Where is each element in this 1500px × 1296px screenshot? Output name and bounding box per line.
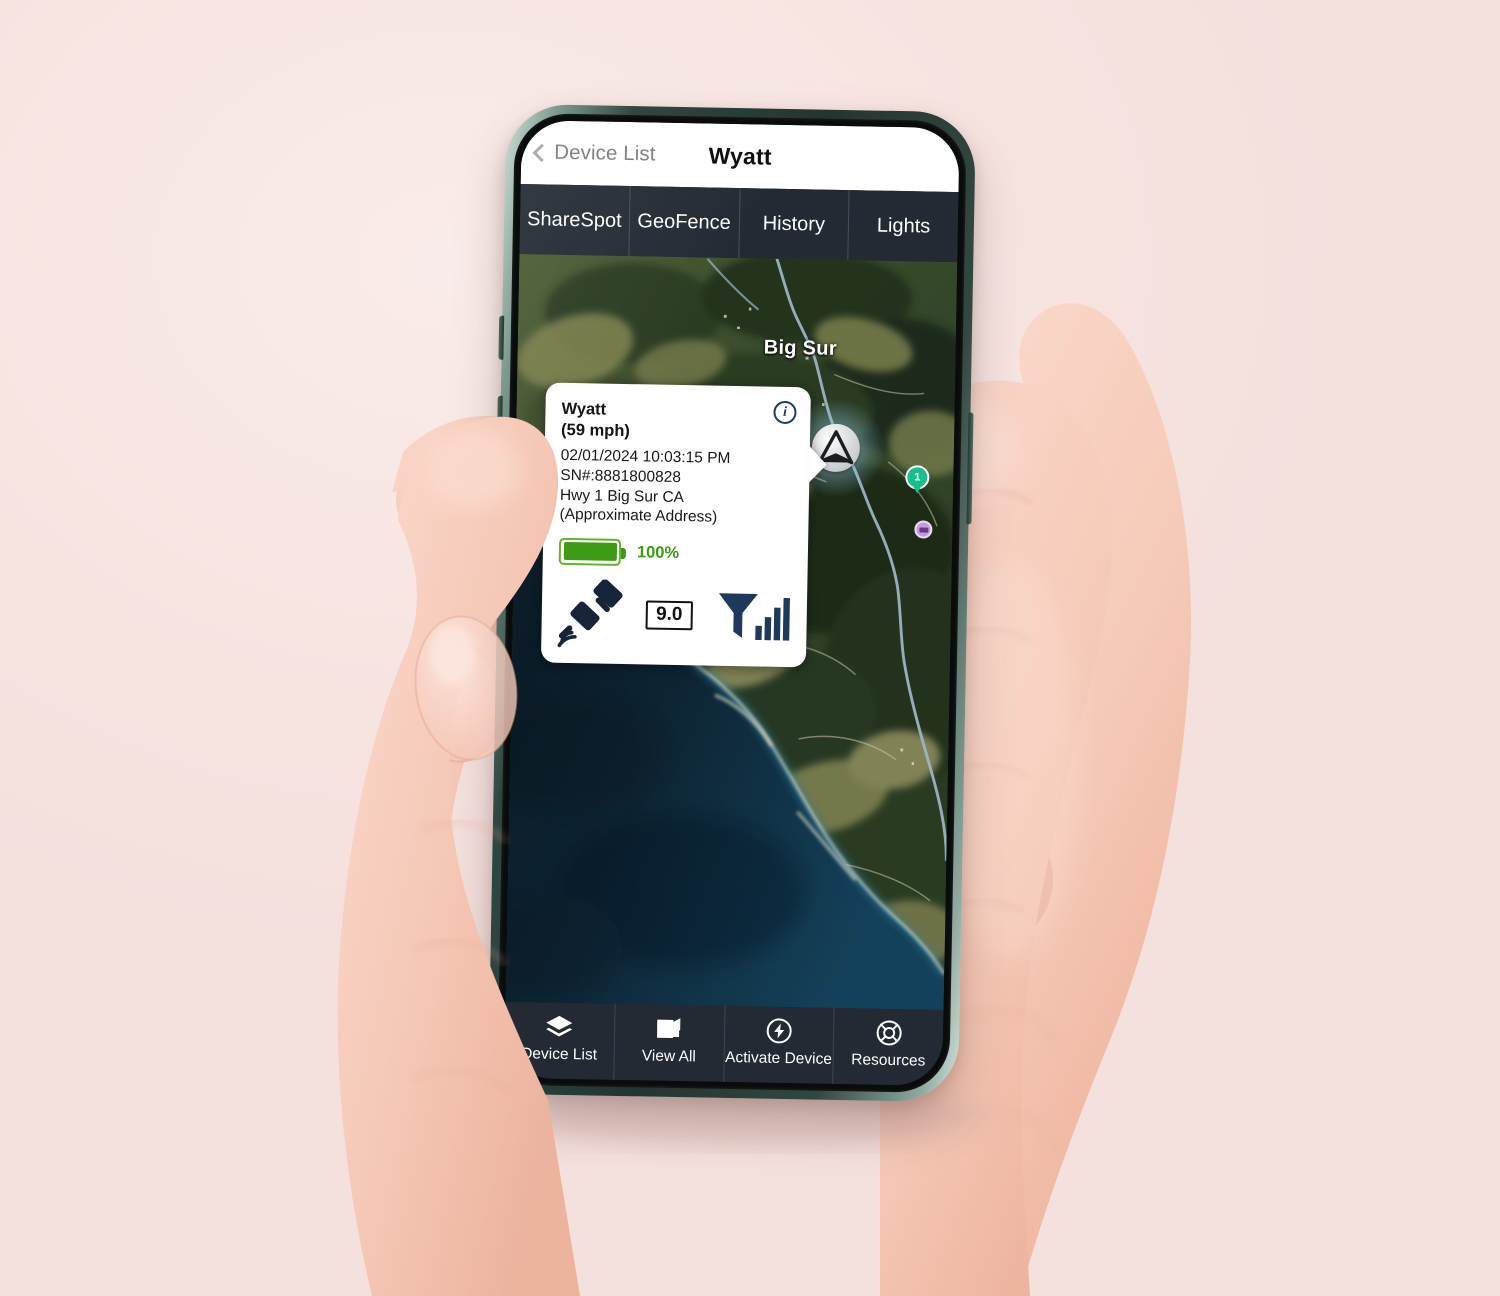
map-view[interactable]: Big Sur 1 i Wyatt (59 mph) 02/01/2024 10… [505,254,958,1010]
callout-speed: (59 mph) [560,420,631,440]
chevron-left-icon[interactable] [532,143,551,162]
map-folded-icon [655,1014,684,1045]
pin-tail [912,484,923,494]
bottom-nav-label: Resources [851,1051,926,1070]
satellite-icon [557,578,623,648]
cluster-badge-pin[interactable]: 1 [905,465,930,495]
tab-history[interactable]: History [737,188,849,261]
tab-bar: ShareSpot GeoFence History Lights [519,184,959,263]
phone-screen: Device List Wyatt ShareSpot GeoFence His… [504,120,960,1086]
callout-address-note: (Approximate Address) [559,506,718,526]
layers-icon [544,1012,575,1043]
bottom-nav-bar: Device List View All Activate Device Res… [504,1001,944,1086]
back-to-device-list-link[interactable]: Device List [554,141,656,167]
phone-device: Device List Wyatt ShareSpot GeoFence His… [487,103,977,1103]
battery-fill [563,542,617,562]
mute-switch[interactable] [498,315,505,360]
volume-down-button[interactable] [494,485,502,558]
cell-signal-icon [718,593,790,641]
bottom-nav-view-all[interactable]: View All [612,1003,725,1082]
bottom-nav-device-list[interactable]: Device List [504,1002,614,1080]
gps-signal-status-row: 9.0 [557,578,791,653]
bottom-nav-resources[interactable]: Resources [832,1007,944,1086]
callout-tail [808,445,827,484]
battery-icon [558,537,626,566]
hdop-value: 9.0 [645,600,693,631]
bottom-nav-activate-device[interactable]: Activate Device [722,1005,834,1084]
tab-geofence[interactable]: GeoFence [628,186,740,259]
screenshot-canvas: Device List Wyatt ShareSpot GeoFence His… [0,0,1500,1296]
phone-bezel: Device List Wyatt ShareSpot GeoFence His… [497,112,967,1094]
tab-lights[interactable]: Lights [847,190,959,263]
nav-header: Device List [520,120,960,193]
battery-status-row: 100% [558,537,792,569]
bottom-nav-label: Activate Device [724,1048,833,1068]
volume-up-button[interactable] [496,395,503,468]
bottom-nav-label: Device List [521,1045,598,1064]
tab-sharespot[interactable]: ShareSpot [519,184,629,256]
battery-nub [620,547,626,559]
device-info-callout[interactable]: i Wyatt (59 mph) 02/01/2024 10:03:15 PM … [540,382,827,668]
bottom-nav-label: View All [641,1047,696,1066]
bolt-circle-icon [765,1016,794,1047]
battery-percent-label: 100% [636,543,680,562]
lifebuoy-icon [875,1018,904,1049]
